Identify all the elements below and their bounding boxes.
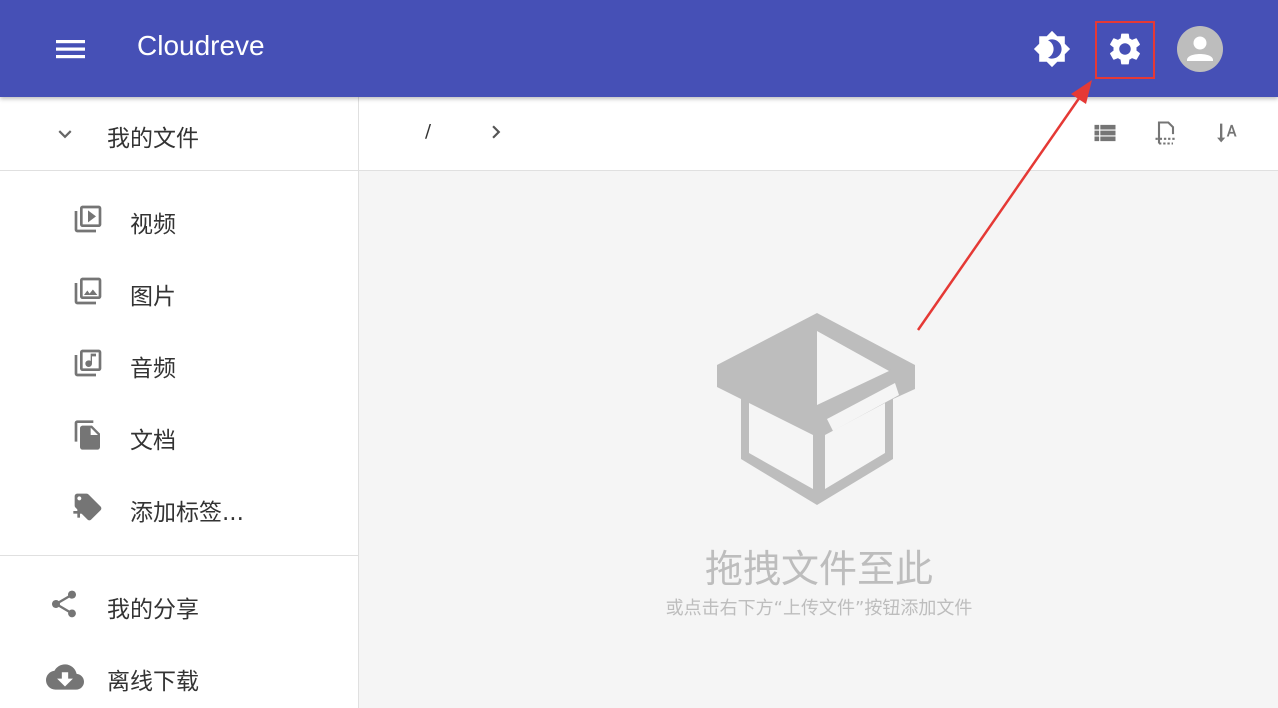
- sidebar: 我的文件 视频 图片 音频 文档 添加标签... 我的分享 离线下载: [0, 97, 359, 708]
- app-title: Cloudreve: [137, 30, 265, 61]
- settings-highlight: [1095, 21, 1155, 79]
- brightness-icon[interactable]: [1028, 25, 1076, 73]
- photo-library-icon: [74, 277, 102, 305]
- sidebar-item-label: 我的分享: [107, 597, 199, 623]
- cloud-download-icon: [46, 664, 84, 690]
- sidebar-item-label: 我的文件: [107, 126, 199, 152]
- empty-hint: 或点击右下方“上传文件”按钮添加文件: [665, 598, 973, 619]
- add-tag-icon: [73, 493, 102, 521]
- file-browser: / 拖拽文件至此 或点击右下方“上传文件”按钮添加文件: [359, 97, 1278, 708]
- sidebar-item-audio[interactable]: 音频: [0, 333, 358, 393]
- sidebar-item-label: 视频: [130, 212, 176, 238]
- sidebar-item-add-tag[interactable]: 添加标签...: [0, 477, 358, 537]
- sidebar-item-label: 添加标签...: [130, 500, 244, 526]
- app-bar: Cloudreve: [0, 0, 1278, 97]
- sidebar-item-label: 文档: [130, 428, 176, 454]
- sidebar-item-label: 离线下载: [107, 669, 199, 695]
- video-library-icon: [74, 205, 102, 233]
- list-view-icon[interactable]: [1091, 119, 1119, 147]
- sidebar-item-label: 音频: [130, 356, 176, 382]
- file-size-icon[interactable]: [1152, 119, 1180, 147]
- sidebar-item-my-files[interactable]: 我的文件: [0, 103, 358, 163]
- empty-box-icon: [717, 313, 915, 505]
- divider: [0, 555, 358, 556]
- documents-icon: [74, 420, 100, 450]
- chevron-down-icon: [58, 130, 72, 139]
- empty-title: 拖拽文件至此: [704, 547, 933, 591]
- sidebar-item-label: 图片: [130, 284, 176, 310]
- sidebar-item-video[interactable]: 视频: [0, 189, 358, 249]
- toolbar: /: [359, 97, 1278, 171]
- menu-icon[interactable]: [48, 26, 94, 72]
- sidebar-item-my-shares[interactable]: 我的分享: [0, 574, 358, 634]
- sort-icon[interactable]: [1213, 119, 1241, 147]
- chevron-right-icon[interactable]: [483, 119, 509, 145]
- sidebar-item-documents[interactable]: 文档: [0, 405, 358, 465]
- breadcrumb-root[interactable]: /: [425, 121, 431, 142]
- account-icon[interactable]: [1177, 26, 1223, 72]
- share-icon: [52, 590, 76, 618]
- sidebar-item-offline-download[interactable]: 离线下载: [0, 646, 358, 706]
- sidebar-item-images[interactable]: 图片: [0, 261, 358, 321]
- divider: [0, 170, 358, 171]
- music-library-icon: [74, 349, 102, 377]
